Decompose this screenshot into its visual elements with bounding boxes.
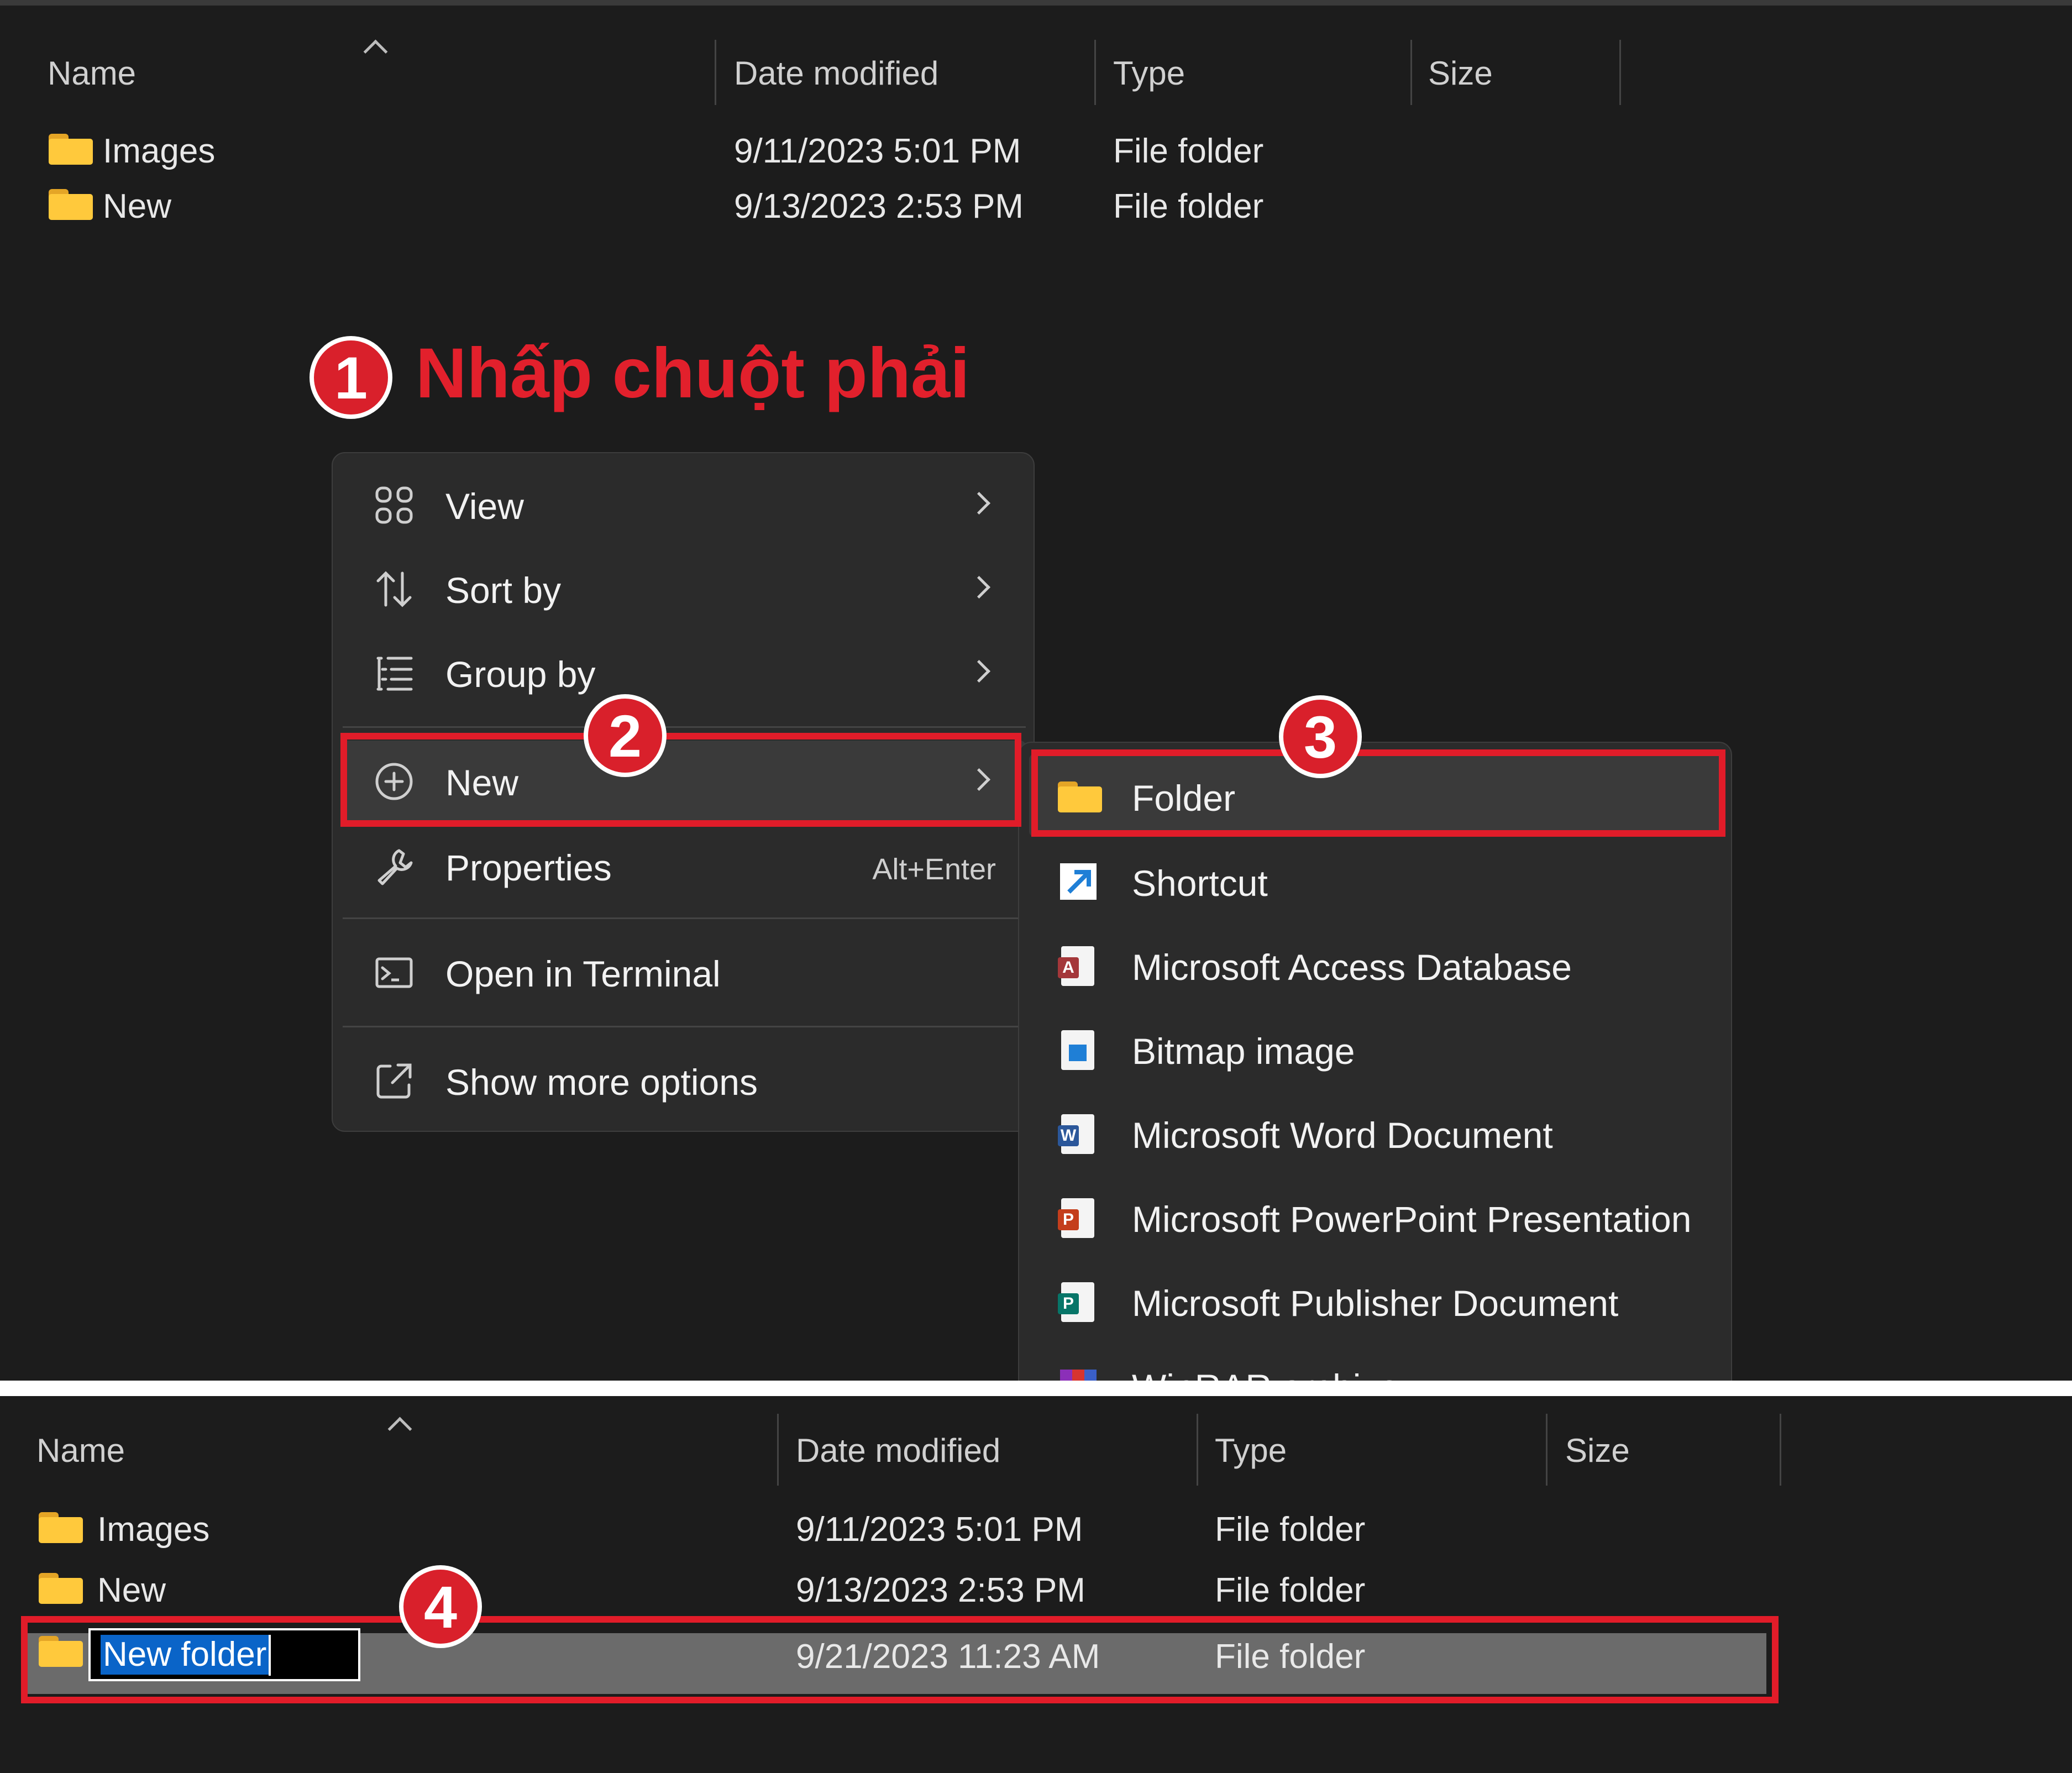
highlight-new-folder [21, 1616, 1779, 1703]
share-window-icon [374, 1061, 415, 1101]
publisher-icon: P [1058, 1281, 1099, 1322]
menu-item-label: Properties [445, 847, 612, 888]
column-header-date[interactable]: Date modified [734, 54, 938, 92]
chevron-right-icon [967, 491, 991, 515]
column-divider[interactable] [1546, 1414, 1548, 1486]
menu-item-label: Show more options [445, 1062, 758, 1103]
menu-item-sort-by[interactable]: Sort by [340, 548, 1026, 630]
chevron-right-icon [967, 575, 991, 599]
column-header-type[interactable]: Type [1113, 54, 1185, 92]
column-divider[interactable] [1619, 40, 1621, 105]
file-name[interactable]: New [103, 187, 171, 226]
submenu-item-word[interactable]: W Microsoft Word Document [1029, 1091, 1723, 1174]
file-type: File folder [1215, 1571, 1366, 1609]
winrar-icon [1058, 1365, 1099, 1381]
sort-ascending-icon[interactable] [363, 39, 388, 64]
highlight-folder [1031, 749, 1725, 837]
word-icon: W [1058, 1113, 1099, 1154]
menu-item-show-more-options[interactable]: Show more options [340, 1040, 1026, 1122]
access-icon: A [1058, 945, 1099, 986]
file-type: File folder [1215, 1510, 1366, 1549]
new-submenu: Folder Shortcut A Microsoft Access Datab… [1018, 742, 1732, 1381]
menu-item-label: View [445, 486, 524, 527]
column-divider[interactable] [777, 1414, 779, 1486]
file-name[interactable]: Images [103, 132, 215, 171]
folder-icon [39, 1512, 83, 1543]
keyboard-shortcut: Alt+Enter [872, 853, 996, 886]
step-badge-1: 1 [310, 336, 392, 419]
group-list-icon [374, 653, 415, 694]
column-header-size[interactable]: Size [1565, 1431, 1630, 1470]
menu-item-properties[interactable]: Properties Alt+Enter [340, 826, 1026, 908]
file-date: 9/11/2023 5:01 PM [796, 1510, 1083, 1549]
menu-item-label: Open in Terminal [445, 953, 721, 994]
submenu-item-label: WinRAR archive [1132, 1366, 1399, 1381]
submenu-item-label: Bitmap image [1132, 1031, 1355, 1072]
submenu-item-winrar[interactable]: WinRAR archive [1029, 1343, 1723, 1381]
terminal-icon [374, 952, 415, 993]
submenu-item-access[interactable]: A Microsoft Access Database [1029, 923, 1723, 1006]
menu-divider [343, 1026, 1026, 1027]
step-badge-2: 2 [584, 694, 667, 777]
submenu-item-publisher[interactable]: P Microsoft Publisher Document [1029, 1259, 1723, 1342]
submenu-item-label: Microsoft Publisher Document [1132, 1283, 1619, 1324]
menu-divider [343, 726, 1026, 728]
explorer-pane-before: Name Date modified Type Size Images 9/11… [0, 0, 2072, 1381]
wrench-icon [374, 846, 415, 887]
menu-divider [343, 917, 1026, 919]
grid-view-icon [374, 485, 415, 526]
sort-icon [374, 569, 415, 610]
file-type: File folder [1113, 187, 1264, 225]
file-date: 9/13/2023 2:53 PM [796, 1571, 1085, 1609]
step-1-instruction: Nhấp chuột phải [416, 334, 970, 413]
column-header-name[interactable]: Name [48, 54, 136, 92]
submenu-item-label: Microsoft Word Document [1132, 1115, 1553, 1156]
folder-icon [49, 134, 93, 165]
column-divider[interactable] [1094, 40, 1096, 105]
submenu-item-label: Microsoft PowerPoint Presentation [1132, 1199, 1692, 1240]
folder-icon [49, 189, 93, 220]
menu-item-open-terminal[interactable]: Open in Terminal [340, 932, 1026, 1014]
bitmap-icon [1058, 1029, 1099, 1070]
chevron-right-icon [967, 659, 991, 683]
sort-ascending-icon[interactable] [387, 1417, 412, 1441]
submenu-item-label: Shortcut [1132, 863, 1268, 904]
column-header-size[interactable]: Size [1428, 54, 1493, 92]
powerpoint-icon: P [1058, 1197, 1099, 1238]
folder-icon [39, 1573, 83, 1604]
column-divider[interactable] [715, 40, 716, 105]
file-date: 9/13/2023 2:53 PM [734, 187, 1024, 225]
menu-item-label: Sort by [445, 570, 562, 611]
menu-item-view[interactable]: View [340, 464, 1026, 546]
menu-item-group-by[interactable]: Group by [340, 632, 1026, 714]
submenu-item-label: Microsoft Access Database [1132, 947, 1572, 988]
step-badge-3: 3 [1279, 695, 1362, 778]
highlight-new [340, 733, 1021, 827]
submenu-item-shortcut[interactable]: Shortcut [1029, 839, 1723, 922]
explorer-pane-after: Name Date modified Type Size Images 9/11… [0, 1396, 2072, 1773]
column-header-date[interactable]: Date modified [796, 1431, 1000, 1470]
file-type: File folder [1113, 132, 1264, 170]
submenu-item-bitmap[interactable]: Bitmap image [1029, 1007, 1723, 1090]
file-name[interactable]: Images [97, 1510, 209, 1549]
submenu-item-powerpoint[interactable]: P Microsoft PowerPoint Presentation [1029, 1175, 1723, 1258]
column-header-type[interactable]: Type [1215, 1431, 1287, 1470]
file-name[interactable]: New [97, 1571, 166, 1610]
column-divider[interactable] [1780, 1414, 1781, 1486]
step-badge-4: 4 [399, 1565, 482, 1648]
menu-item-label: Group by [445, 654, 596, 695]
file-date: 9/11/2023 5:01 PM [734, 132, 1021, 170]
column-divider[interactable] [1197, 1414, 1198, 1486]
shortcut-icon [1058, 861, 1099, 902]
column-divider[interactable] [1410, 40, 1412, 105]
column-header-name[interactable]: Name [36, 1431, 125, 1470]
